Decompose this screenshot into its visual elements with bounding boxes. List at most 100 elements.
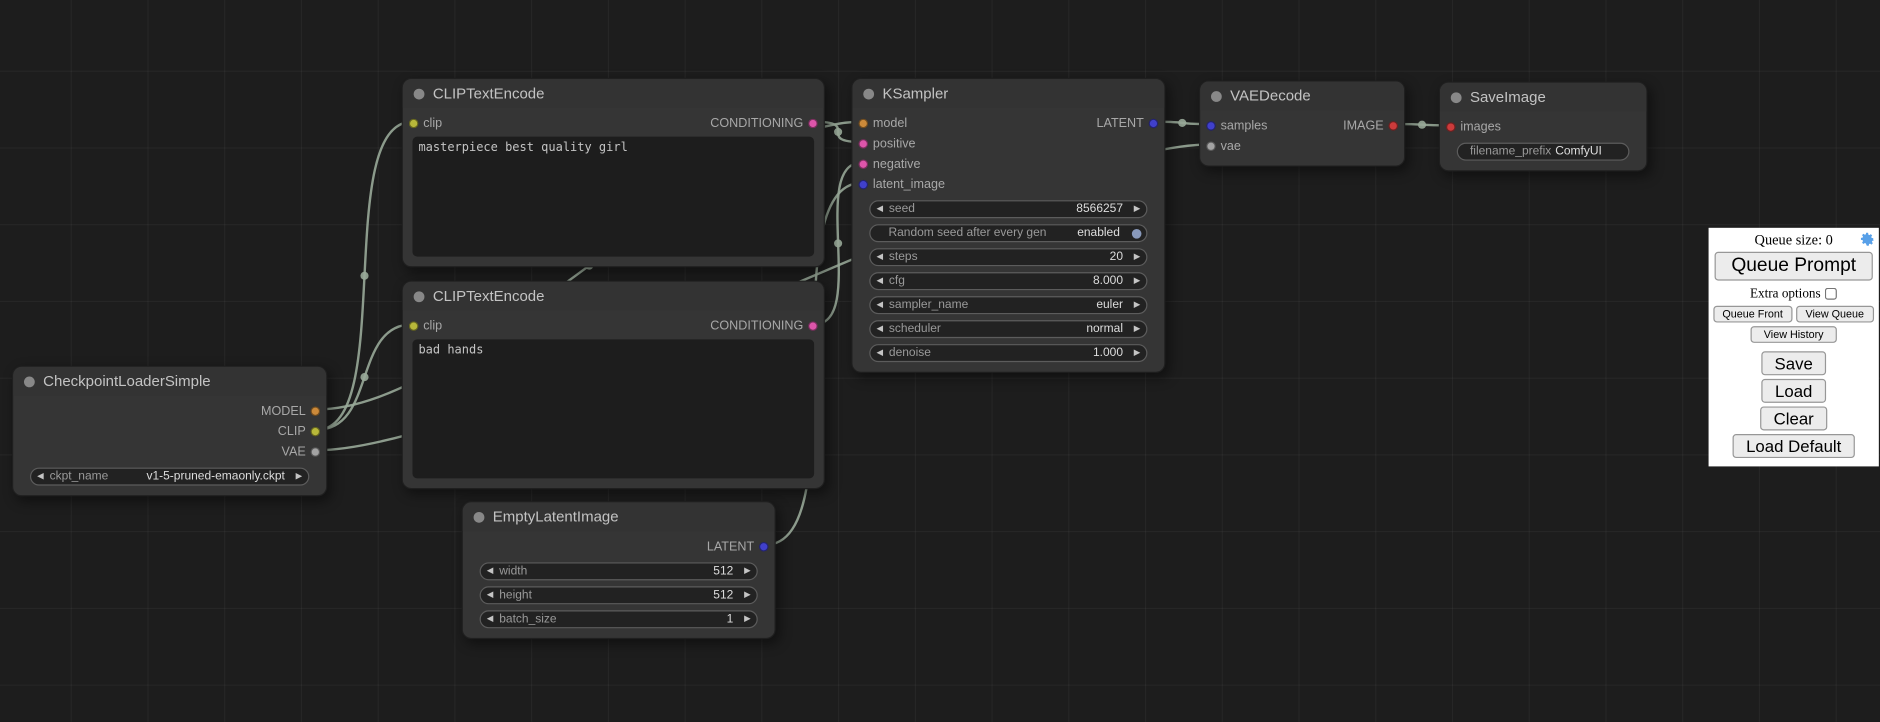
negative-prompt-textarea[interactable]: bad hands <box>412 339 814 478</box>
node-title-bar[interactable]: VAEDecode <box>1200 82 1404 111</box>
latent-slot-icon[interactable] <box>1149 118 1159 128</box>
comfyui-graph-canvas[interactable]: CheckpointLoaderSimple MODEL CLIP VAE ◀ … <box>0 0 1880 722</box>
decrement-arrow-icon[interactable]: ◀ <box>481 615 499 623</box>
decrement-arrow-icon[interactable]: ◀ <box>870 301 888 309</box>
model-slot-icon[interactable] <box>311 406 321 416</box>
width-widget[interactable]: ◀ width 512 ▶ <box>480 562 758 580</box>
settings-gear-icon[interactable] <box>1860 231 1876 247</box>
sampler-name-widget[interactable]: ◀ sampler_name euler ▶ <box>869 296 1147 314</box>
decrement-arrow-icon[interactable]: ◀ <box>870 349 888 357</box>
load-button[interactable]: Load <box>1762 379 1826 403</box>
load-default-button[interactable]: Load Default <box>1733 434 1855 458</box>
node-title-bar[interactable]: CLIPTextEncode <box>403 79 824 108</box>
output-slot-model: MODEL <box>13 400 326 420</box>
image-slot-icon[interactable] <box>1446 122 1456 132</box>
collapse-dot-icon[interactable] <box>414 291 425 302</box>
seed-widget[interactable]: ◀ seed 8566257 ▶ <box>869 200 1147 218</box>
link-midpoint-dot <box>834 239 842 247</box>
denoise-widget[interactable]: ◀ denoise 1.000 ▶ <box>869 344 1147 362</box>
decrement-arrow-icon[interactable]: ◀ <box>481 591 499 599</box>
widget-label: sampler_name <box>889 299 1096 312</box>
steps-widget[interactable]: ◀ steps 20 ▶ <box>869 248 1147 266</box>
increment-arrow-icon[interactable]: ▶ <box>290 472 308 480</box>
node-title-bar[interactable]: EmptyLatentImage <box>463 502 775 531</box>
collapse-dot-icon[interactable] <box>24 376 35 387</box>
increment-arrow-icon[interactable]: ▶ <box>738 567 756 575</box>
decrement-arrow-icon[interactable]: ◀ <box>870 325 888 333</box>
vae-slot-icon[interactable] <box>1206 141 1216 151</box>
image-slot-icon[interactable] <box>1388 120 1398 130</box>
node-ksampler[interactable]: KSampler model positive negative lat <box>851 78 1165 373</box>
node-cliptextencode-negative[interactable]: CLIPTextEncode clip CONDITIONING bad han… <box>402 281 825 490</box>
increment-arrow-icon[interactable]: ▶ <box>738 591 756 599</box>
node-checkpointloadersimple[interactable]: CheckpointLoaderSimple MODEL CLIP VAE ◀ … <box>12 366 327 497</box>
increment-arrow-icon[interactable]: ▶ <box>1128 349 1146 357</box>
filename-prefix-widget[interactable]: filename_prefix ComfyUI <box>1457 143 1630 161</box>
collapse-dot-icon[interactable] <box>414 88 425 99</box>
queue-front-button[interactable]: Queue Front <box>1713 306 1792 323</box>
increment-arrow-icon[interactable]: ▶ <box>738 615 756 623</box>
increment-arrow-icon[interactable]: ▶ <box>1128 325 1146 333</box>
node-title-bar[interactable]: CheckpointLoaderSimple <box>13 367 326 396</box>
widget-label: height <box>499 589 713 602</box>
latent-slot-icon[interactable] <box>759 541 769 551</box>
decrement-arrow-icon[interactable]: ◀ <box>870 277 888 285</box>
decrement-arrow-icon[interactable]: ◀ <box>870 205 888 213</box>
extra-options-checkbox[interactable] <box>1825 287 1837 299</box>
link-midpoint-dot <box>360 272 368 280</box>
collapse-dot-icon[interactable] <box>863 88 874 99</box>
positive-prompt-textarea[interactable]: masterpiece best quality girl <box>412 137 814 257</box>
vae-slot-icon[interactable] <box>311 447 321 457</box>
extra-options-label: Extra options <box>1750 286 1821 300</box>
link-midpoint-dot <box>1178 119 1186 127</box>
conditioning-slot-icon[interactable] <box>808 321 818 331</box>
collapse-dot-icon[interactable] <box>1211 91 1222 102</box>
decrement-arrow-icon[interactable]: ◀ <box>481 567 499 575</box>
conditioning-slot-icon[interactable] <box>858 159 868 169</box>
node-title: EmptyLatentImage <box>493 508 619 525</box>
slot-label: images <box>1460 119 1501 133</box>
node-cliptextencode-positive[interactable]: CLIPTextEncode clip CONDITIONING masterp… <box>402 78 825 267</box>
increment-arrow-icon[interactable]: ▶ <box>1128 277 1146 285</box>
increment-arrow-icon[interactable]: ▶ <box>1128 301 1146 309</box>
latent-slot-icon[interactable] <box>858 179 868 189</box>
queue-prompt-button[interactable]: Queue Prompt <box>1715 252 1873 281</box>
widget-label: scheduler <box>889 323 1086 336</box>
widget-label: batch_size <box>499 613 726 626</box>
widget-label: filename_prefix <box>1470 145 1555 158</box>
conditioning-slot-icon[interactable] <box>858 138 868 148</box>
node-vaedecode[interactable]: VAEDecode samples vae IMAGE <box>1199 80 1405 166</box>
save-button[interactable]: Save <box>1761 351 1826 375</box>
random-seed-toggle[interactable]: Random seed after every gen enabled <box>869 224 1147 242</box>
node-saveimage[interactable]: SaveImage images filename_prefix ComfyUI <box>1439 82 1648 172</box>
height-widget[interactable]: ◀ height 512 ▶ <box>480 586 758 604</box>
output-slot-conditioning: CONDITIONING <box>403 113 824 133</box>
increment-arrow-icon[interactable]: ▶ <box>1128 205 1146 213</box>
node-title-bar[interactable]: SaveImage <box>1440 83 1646 112</box>
node-title-bar[interactable]: KSampler <box>852 79 1164 108</box>
view-queue-button[interactable]: View Queue <box>1796 306 1875 323</box>
clear-button[interactable]: Clear <box>1760 406 1827 430</box>
node-title-bar[interactable]: CLIPTextEncode <box>403 282 824 311</box>
conditioning-slot-icon[interactable] <box>808 118 818 128</box>
collapse-dot-icon[interactable] <box>474 511 485 522</box>
collapse-dot-icon[interactable] <box>1451 92 1462 103</box>
batch-size-widget[interactable]: ◀ batch_size 1 ▶ <box>480 610 758 628</box>
widget-value: v1-5-pruned-emaonly.ckpt <box>146 470 284 483</box>
widget-label: denoise <box>889 347 1093 360</box>
ckpt-name-widget[interactable]: ◀ ckpt_name v1-5-pruned-emaonly.ckpt ▶ <box>30 468 309 486</box>
view-history-button[interactable]: View History <box>1751 326 1837 343</box>
increment-arrow-icon[interactable]: ▶ <box>1128 253 1146 261</box>
decrement-arrow-icon[interactable]: ◀ <box>870 253 888 261</box>
decrement-arrow-icon[interactable]: ◀ <box>31 472 49 480</box>
widget-value: 8.000 <box>1093 275 1123 288</box>
cfg-widget[interactable]: ◀ cfg 8.000 ▶ <box>869 272 1147 290</box>
scheduler-widget[interactable]: ◀ scheduler normal ▶ <box>869 320 1147 338</box>
toggle-indicator-icon[interactable] <box>1132 228 1142 238</box>
input-slot-positive: positive <box>852 133 1164 153</box>
widget-value: euler <box>1096 299 1123 312</box>
output-slot-latent: LATENT <box>852 113 1164 133</box>
clip-slot-icon[interactable] <box>311 426 321 436</box>
node-title: KSampler <box>882 85 948 102</box>
node-emptylatentimage[interactable]: EmptyLatentImage LATENT ◀ width 512 ▶ ◀ … <box>462 501 776 639</box>
